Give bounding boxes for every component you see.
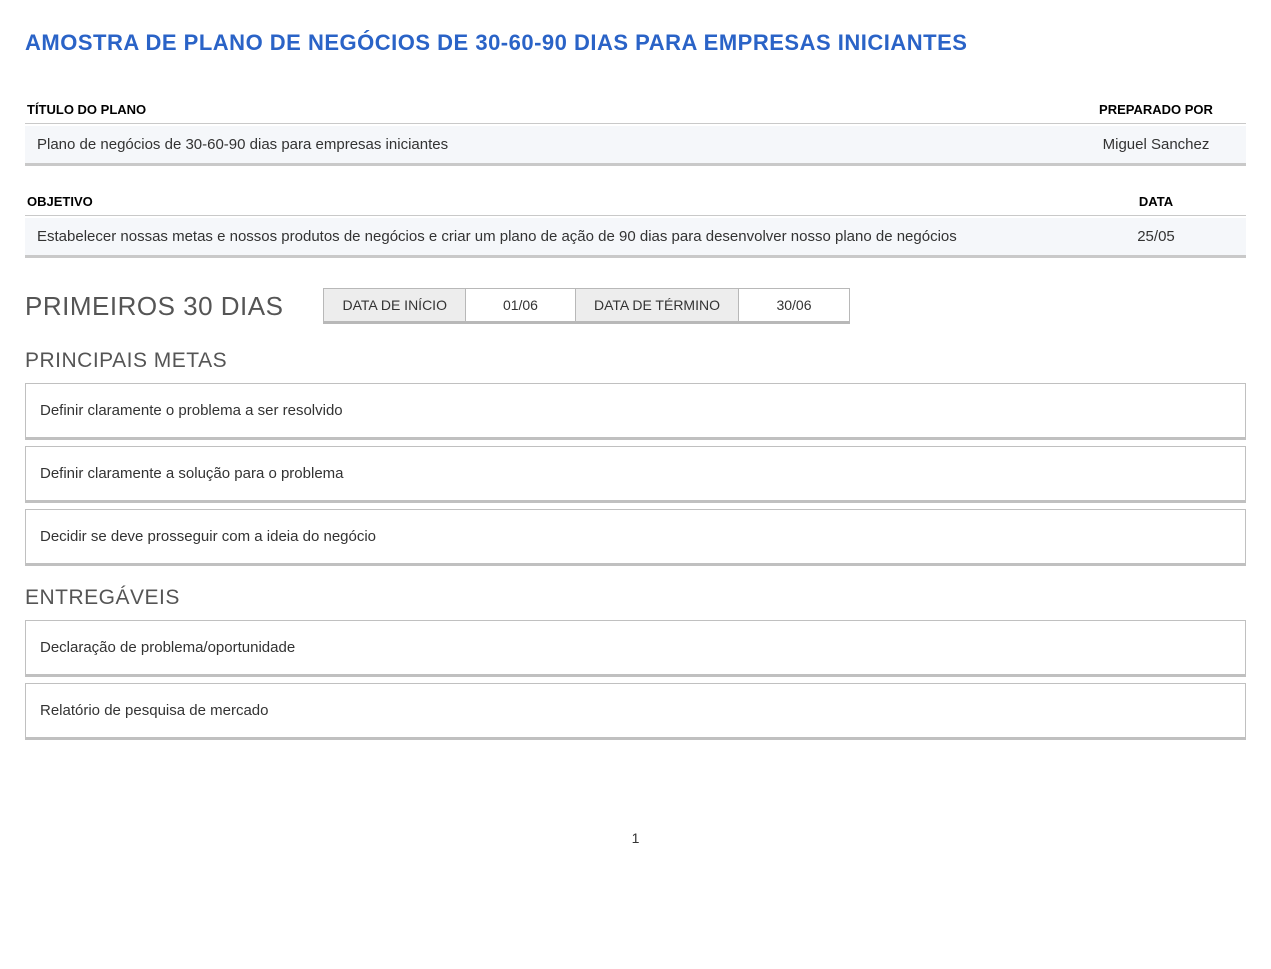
date-boxes: DATA DE INÍCIO 01/06 DATA DE TÉRMINO 30/…	[323, 288, 850, 324]
plan-title-label: TÍTULO DO PLANO	[25, 96, 1066, 123]
page-number: 1	[25, 830, 1246, 846]
start-date-label: DATA DE INÍCIO	[324, 289, 466, 321]
deliverables-section-title: ENTREGÁVEIS	[25, 586, 1246, 610]
plan-value-row: Plano de negócios de 30-60-90 dias para …	[25, 126, 1246, 166]
goal-item: Decidir se deve prosseguir com a ideia d…	[25, 509, 1246, 566]
objective-header-row: OBJETIVO DATA	[25, 188, 1246, 216]
goal-item: Definir claramente a solução para o prob…	[25, 446, 1246, 503]
prepared-by-value: Miguel Sanchez	[1066, 126, 1246, 163]
document-title: AMOSTRA DE PLANO DE NEGÓCIOS DE 30-60-90…	[25, 30, 1246, 56]
objective-value: Estabelecer nossas metas e nossos produt…	[25, 218, 1066, 255]
deliverable-item: Declaração de problema/oportunidade	[25, 620, 1246, 677]
date-label: DATA	[1066, 188, 1246, 215]
date-value: 25/05	[1066, 218, 1246, 255]
end-date-label: DATA DE TÉRMINO	[576, 289, 739, 321]
objective-value-row: Estabelecer nossas metas e nossos produt…	[25, 218, 1246, 258]
plan-title-value: Plano de negócios de 30-60-90 dias para …	[25, 126, 1066, 163]
objective-label: OBJETIVO	[25, 188, 1066, 215]
period-row: PRIMEIROS 30 DIAS DATA DE INÍCIO 01/06 D…	[25, 288, 1246, 324]
start-date-value: 01/06	[466, 289, 576, 321]
end-date-value: 30/06	[739, 289, 849, 321]
deliverable-item: Relatório de pesquisa de mercado	[25, 683, 1246, 740]
period-title: PRIMEIROS 30 DIAS	[25, 291, 283, 322]
plan-header-row: TÍTULO DO PLANO PREPARADO POR	[25, 96, 1246, 124]
goals-section-title: PRINCIPAIS METAS	[25, 349, 1246, 373]
prepared-by-label: PREPARADO POR	[1066, 96, 1246, 123]
goal-item: Definir claramente o problema a ser reso…	[25, 383, 1246, 440]
